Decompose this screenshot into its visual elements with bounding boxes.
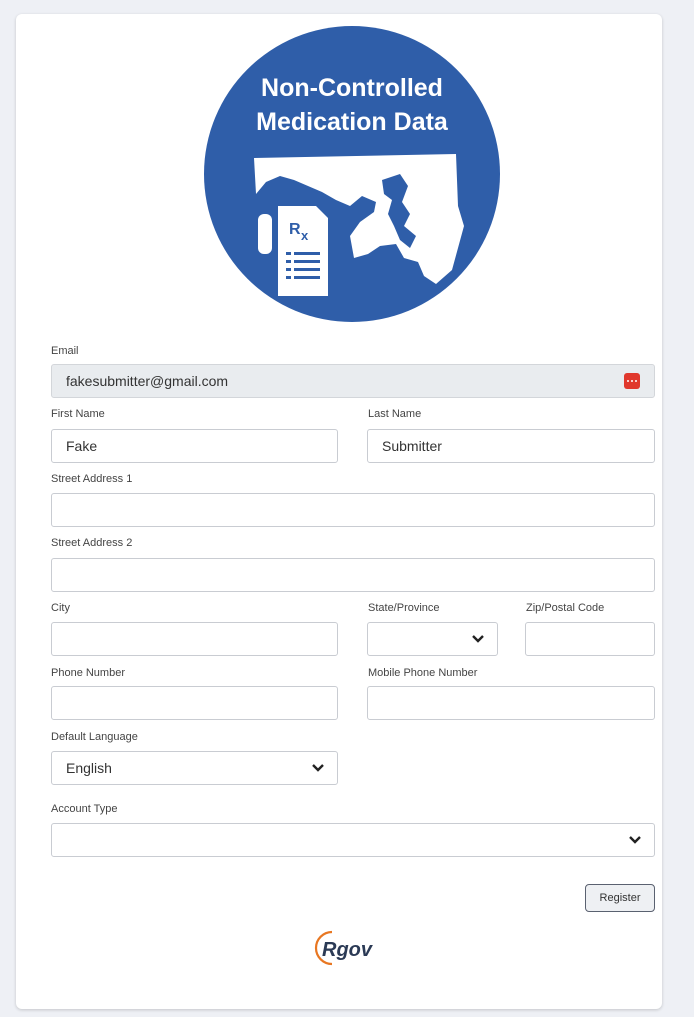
first-name-label: First Name <box>51 408 105 420</box>
zip-label: Zip/Postal Code <box>526 602 605 614</box>
street1-label: Street Address 1 <box>51 473 133 485</box>
mobile-label: Mobile Phone Number <box>368 667 478 679</box>
registration-card: Non-Controlled Medication Data R x Email… <box>16 14 662 1009</box>
last-name-value: Submitter <box>382 438 442 454</box>
register-button[interactable]: Register <box>585 884 655 912</box>
email-field[interactable]: fakesubmitter@gmail.com <box>51 364 655 398</box>
email-label: Email <box>51 345 79 357</box>
phone-field[interactable] <box>51 686 338 720</box>
first-name-value: Fake <box>66 438 98 454</box>
first-name-field[interactable]: Fake <box>51 429 338 463</box>
city-field[interactable] <box>51 622 338 656</box>
program-logo: Non-Controlled Medication Data R x <box>204 26 500 322</box>
svg-text:R: R <box>289 221 301 238</box>
last-name-label: Last Name <box>368 408 422 420</box>
account-type-label: Account Type <box>51 803 118 815</box>
last-name-field[interactable]: Submitter <box>367 429 655 463</box>
logo-title-line1: Non-Controlled <box>261 74 443 102</box>
rgov-logo-graphic: Rgov <box>314 930 374 966</box>
phone-label: Phone Number <box>51 667 125 679</box>
rgov-logo: Rgov <box>312 928 396 968</box>
mobile-field[interactable] <box>367 686 655 720</box>
zip-field[interactable] <box>525 622 655 656</box>
language-select[interactable]: English <box>51 751 338 785</box>
street2-label: Street Address 2 <box>51 537 133 549</box>
svg-text:x: x <box>301 228 309 243</box>
chevron-down-icon <box>312 764 324 772</box>
password-dots-icon[interactable] <box>624 373 640 389</box>
logo-title-line2: Medication Data <box>256 108 449 136</box>
language-label: Default Language <box>51 731 138 743</box>
language-value: English <box>66 760 112 776</box>
state-label: State/Province <box>368 602 440 614</box>
state-select[interactable] <box>367 622 498 656</box>
email-value: fakesubmitter@gmail.com <box>66 373 229 389</box>
account-type-select[interactable] <box>51 823 655 857</box>
street1-field[interactable] <box>51 493 655 527</box>
street2-field[interactable] <box>51 558 655 592</box>
city-label: City <box>51 602 70 614</box>
rgov-brand-text: Rgov <box>322 939 374 961</box>
chevron-down-icon <box>629 836 641 844</box>
chevron-down-icon <box>472 635 484 643</box>
program-logo-graphic: Non-Controlled Medication Data R x <box>204 26 500 322</box>
